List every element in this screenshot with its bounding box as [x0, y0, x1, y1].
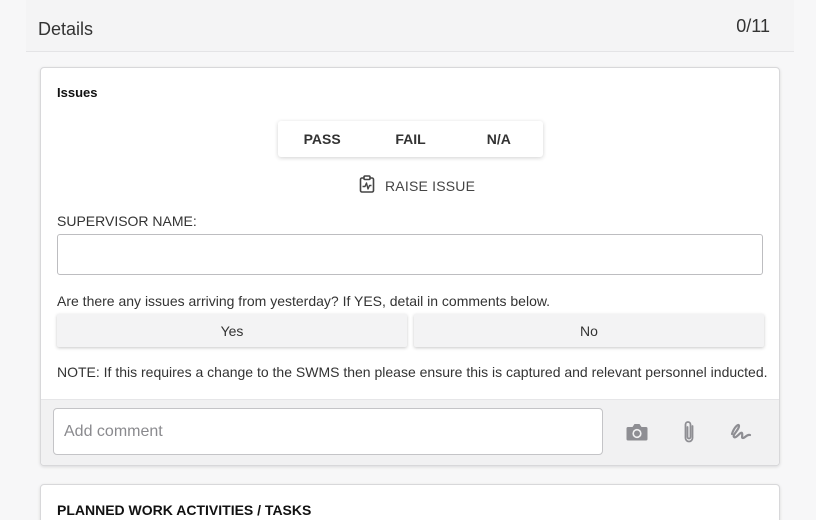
fail-button[interactable]: FAIL	[366, 121, 454, 157]
raise-issue-button[interactable]: RAISE ISSUE	[359, 174, 476, 198]
supervisor-name-input[interactable]	[57, 234, 763, 275]
yes-button[interactable]: Yes	[57, 314, 407, 347]
issues-card-title: Issues	[57, 85, 98, 100]
issues-question: Are there any issues arriving from yeste…	[57, 293, 551, 309]
camera-icon[interactable]	[623, 418, 651, 446]
paperclip-icon[interactable]	[675, 418, 703, 446]
comment-input[interactable]	[53, 408, 603, 455]
clipboard-pulse-icon	[359, 174, 375, 198]
signature-icon[interactable]	[727, 418, 755, 446]
supervisor-name-label: SUPERVISOR NAME:	[57, 213, 197, 229]
comment-bar	[41, 399, 779, 465]
planned-work-card-title: PLANNED WORK ACTIVITIES / TASKS	[57, 502, 312, 518]
details-progress-count: 0/11	[736, 16, 770, 36]
planned-work-card: PLANNED WORK ACTIVITIES / TASKS	[40, 484, 780, 520]
pass-fail-na-group: PASS FAIL N/A	[278, 121, 543, 157]
details-header: Details 0/11	[26, 0, 794, 52]
details-title: Details	[38, 19, 94, 39]
swms-note: NOTE: If this requires a change to the S…	[57, 364, 768, 380]
issues-card: Issues PASS FAIL N/A RAISE ISSUE SUPERVI…	[40, 67, 780, 466]
no-button[interactable]: No	[414, 314, 764, 347]
pass-button[interactable]: PASS	[278, 121, 366, 157]
raise-issue-label: RAISE ISSUE	[385, 178, 476, 194]
na-button[interactable]: N/A	[455, 121, 543, 157]
